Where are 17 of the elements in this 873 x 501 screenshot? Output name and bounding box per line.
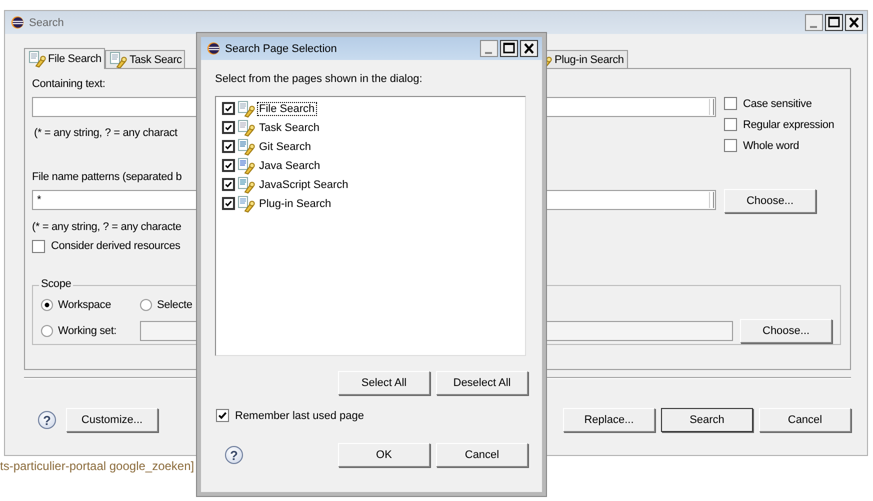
radio-label: Workspace xyxy=(58,299,112,311)
window-title: Search Page Selection xyxy=(225,42,337,54)
checkbox-label: Remember last used page xyxy=(235,410,364,422)
checkbox-label: Case sensitive xyxy=(743,98,812,110)
radio-label: Selecte xyxy=(157,299,192,311)
page-text: ts-particulier-portaal google_zoeken] xyxy=(0,459,194,473)
radio-label: Working set: xyxy=(58,325,117,337)
hint-text: (* = any string, ? = any charact xyxy=(33,126,178,140)
field-label: Containing text: xyxy=(32,77,106,91)
hint-text: (* = any string, ? = any characte xyxy=(32,220,182,234)
checkbox-label: Consider derived resources xyxy=(51,240,180,252)
group-title: Scope xyxy=(39,278,74,290)
checkbox-label: Regular expression xyxy=(743,118,834,130)
prompt-text: Select from the pages shown in the dialog: xyxy=(215,72,422,86)
checkbox-label: Whole word xyxy=(743,140,800,152)
field-label: File name patterns (separated b xyxy=(32,170,182,184)
window-title: Search xyxy=(29,16,64,28)
